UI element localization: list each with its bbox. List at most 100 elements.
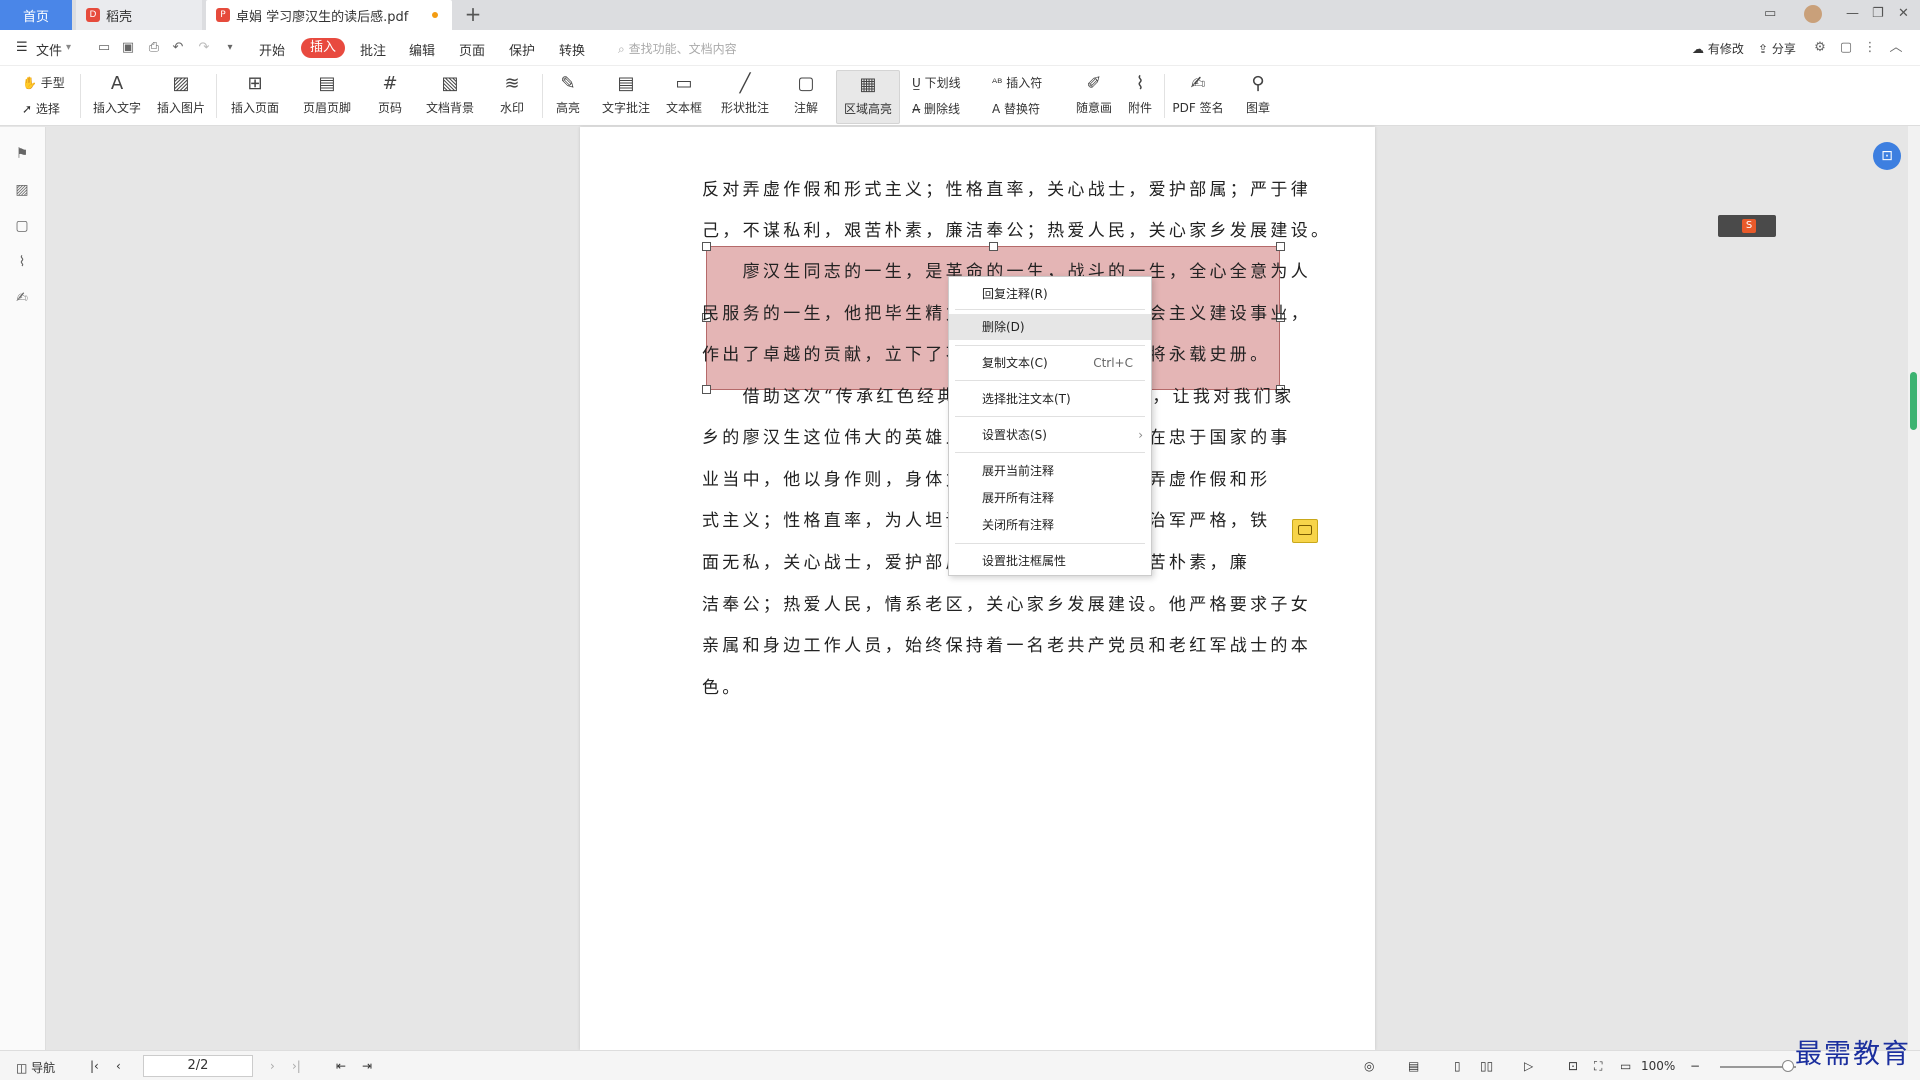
- hamburger-icon[interactable]: ☰: [16, 40, 28, 55]
- input-method-badge[interactable]: S: [1718, 215, 1776, 237]
- actual-size-icon[interactable]: ⊡: [1568, 1059, 1578, 1073]
- print-icon[interactable]: ⎙: [146, 40, 162, 56]
- search-input[interactable]: 查找功能、文档内容: [629, 42, 737, 56]
- single-page-icon[interactable]: ▯: [1454, 1059, 1461, 1073]
- menu-delete[interactable]: 删除(D): [949, 314, 1151, 340]
- zoom-level[interactable]: 100%: [1641, 1059, 1675, 1073]
- signature-panel-icon[interactable]: ✍: [13, 289, 31, 307]
- header-footer-button[interactable]: ▤ 页眉页脚: [296, 70, 358, 124]
- chevron-down-icon[interactable]: ▾: [66, 42, 71, 53]
- attachment-icon[interactable]: ⌇: [13, 253, 31, 271]
- menu-tab-page[interactable]: 页面: [459, 40, 485, 59]
- page-number-input[interactable]: 2/2: [143, 1055, 253, 1077]
- menu-tab-edit[interactable]: 编辑: [409, 40, 435, 59]
- area-highlight-button[interactable]: ▦ 区域高亮: [836, 70, 900, 124]
- insert-page-button[interactable]: ⊞ 插入页面: [224, 70, 286, 124]
- strikethrough-button[interactable]: A̶ 删除线: [912, 100, 960, 117]
- feedback-icon[interactable]: ▢: [1838, 40, 1854, 56]
- eye-protection-icon[interactable]: ◎: [1364, 1059, 1374, 1073]
- watermark-button[interactable]: ≋ 水印: [490, 70, 534, 124]
- menu-select-annotation-text[interactable]: 选择批注文本(T): [949, 386, 1151, 412]
- share-button[interactable]: ⇪ 分享: [1758, 40, 1796, 57]
- close-icon[interactable]: ✕: [1898, 6, 1909, 21]
- textbox-button[interactable]: ▭ 文本框: [662, 70, 706, 124]
- menu-file[interactable]: 文件: [36, 40, 62, 59]
- resize-handle[interactable]: [989, 242, 998, 251]
- context-menu: 回复注释(R) 删除(D) 复制文本(C) Ctrl+C 选择批注文本(T) 设置…: [948, 276, 1152, 576]
- page-number-button[interactable]: # 页码: [370, 70, 410, 124]
- menu-tab-insert[interactable]: 插入: [301, 38, 345, 58]
- status-bar: ◫ 导航 |‹ ‹ 2/2 › ›| ⇤ ⇥ ◎ ▤ ▯ ▯▯ ▷ ⊡ ⛶ ▭ …: [0, 1050, 1920, 1080]
- forward-icon[interactable]: ⇥: [362, 1059, 372, 1073]
- menu-copy-text[interactable]: 复制文本(C) Ctrl+C: [949, 350, 1151, 376]
- settings-icon[interactable]: ⚙: [1812, 40, 1828, 56]
- stamp-button[interactable]: ⚲ 图章: [1236, 70, 1280, 124]
- last-page-icon[interactable]: ›|: [292, 1059, 301, 1073]
- freehand-draw-button[interactable]: ✐ 随意画: [1072, 70, 1116, 124]
- insert-text-button[interactable]: A 插入文字: [92, 70, 142, 124]
- bookmark-icon[interactable]: ⚑: [13, 145, 31, 163]
- menu-set-status[interactable]: 设置状态(S) ›: [949, 422, 1151, 448]
- continuous-view-icon[interactable]: ▤: [1408, 1059, 1419, 1073]
- zoom-out-icon[interactable]: −: [1690, 1059, 1700, 1073]
- replace-mark-button[interactable]: A 替换符: [992, 100, 1040, 117]
- vertical-scrollbar[interactable]: [1908, 126, 1920, 1050]
- select-tool[interactable]: ➚ 选择: [22, 100, 60, 117]
- fit-page-icon[interactable]: ⛶: [1594, 1059, 1602, 1074]
- window-layout-icon[interactable]: ▭: [1764, 6, 1776, 21]
- minimize-icon[interactable]: —: [1846, 6, 1859, 21]
- pdf-signature-button[interactable]: ✍ PDF 签名: [1168, 70, 1228, 124]
- menu-tab-start[interactable]: 开始: [259, 40, 285, 59]
- prev-page-icon[interactable]: ‹: [116, 1059, 121, 1073]
- insert-mark-button[interactable]: ᴬᴮ 插入符: [992, 74, 1042, 91]
- cloud-modified-status[interactable]: ☁ 有修改: [1692, 40, 1744, 57]
- hand-tool[interactable]: ✋ 手型: [22, 74, 65, 91]
- menu-expand-all[interactable]: 展开所有注释: [949, 485, 1151, 511]
- more-icon[interactable]: ⋮: [1862, 40, 1878, 56]
- insert-image-button[interactable]: ▨ 插入图片: [154, 70, 208, 124]
- avatar[interactable]: [1804, 5, 1822, 23]
- underline-button[interactable]: U̲ 下划线: [912, 74, 961, 91]
- save-icon[interactable]: ▣: [120, 40, 136, 56]
- next-page-icon[interactable]: ›: [270, 1059, 275, 1073]
- comment-note-icon[interactable]: [1292, 519, 1318, 543]
- back-icon[interactable]: ⇤: [336, 1059, 346, 1073]
- menu-annotation-box-properties[interactable]: 设置批注框属性: [949, 548, 1151, 574]
- thumbnail-icon[interactable]: ▨: [13, 181, 31, 199]
- tab-document[interactable]: P 卓娟 学习廖汉生的读后感.pdf: [206, 0, 452, 30]
- annotation-button[interactable]: ▢ 注解: [786, 70, 826, 124]
- resize-handle[interactable]: [1276, 242, 1285, 251]
- tab-home[interactable]: 首页: [0, 0, 72, 30]
- play-icon[interactable]: ▷: [1524, 1059, 1533, 1073]
- menu-expand-current[interactable]: 展开当前注释: [949, 458, 1151, 484]
- navigation-toggle[interactable]: ◫ 导航: [16, 1059, 55, 1076]
- new-tab-plus-icon[interactable]: +: [462, 4, 484, 26]
- tab-draft[interactable]: D 稻壳: [76, 0, 202, 30]
- resize-handle[interactable]: [702, 242, 711, 251]
- cloud-icon: ☁: [1692, 42, 1704, 56]
- menu-reply-comment[interactable]: 回复注释(R): [949, 281, 1151, 307]
- text-comment-button[interactable]: ▤ 文字批注: [598, 70, 654, 124]
- open-folder-icon[interactable]: ▭: [96, 40, 112, 56]
- floating-tool-icon[interactable]: ⊡: [1873, 142, 1901, 170]
- comment-icon[interactable]: ▢: [13, 217, 31, 235]
- scrollbar-thumb[interactable]: [1910, 372, 1917, 430]
- two-page-icon[interactable]: ▯▯: [1480, 1059, 1493, 1073]
- fit-width-icon[interactable]: ▭: [1620, 1059, 1631, 1073]
- document-background-button[interactable]: ▧ 文档背景: [420, 70, 480, 124]
- menu-tab-convert[interactable]: 转换: [559, 40, 585, 59]
- restore-icon[interactable]: ❐: [1872, 6, 1884, 21]
- attachment-button[interactable]: ⌇ 附件: [1122, 70, 1158, 124]
- highlight-button[interactable]: ✎ 高亮: [548, 70, 588, 124]
- shape-comment-button[interactable]: ╱ 形状批注: [714, 70, 776, 124]
- menu-close-all[interactable]: 关闭所有注释: [949, 512, 1151, 538]
- menu-tab-protect[interactable]: 保护: [509, 40, 535, 59]
- first-page-icon[interactable]: |‹: [90, 1059, 99, 1073]
- collapse-ribbon-icon[interactable]: ︿: [1888, 40, 1904, 56]
- menu-tab-annotate[interactable]: 批注: [360, 40, 386, 59]
- undo-icon[interactable]: ↶: [170, 40, 186, 56]
- quick-access-dropdown-icon[interactable]: ▾: [222, 40, 238, 56]
- redo-icon[interactable]: ↷: [196, 40, 212, 56]
- zoom-slider-handle[interactable]: [1782, 1060, 1794, 1072]
- search-box[interactable]: ⌕ 查找功能、文档内容: [618, 40, 737, 57]
